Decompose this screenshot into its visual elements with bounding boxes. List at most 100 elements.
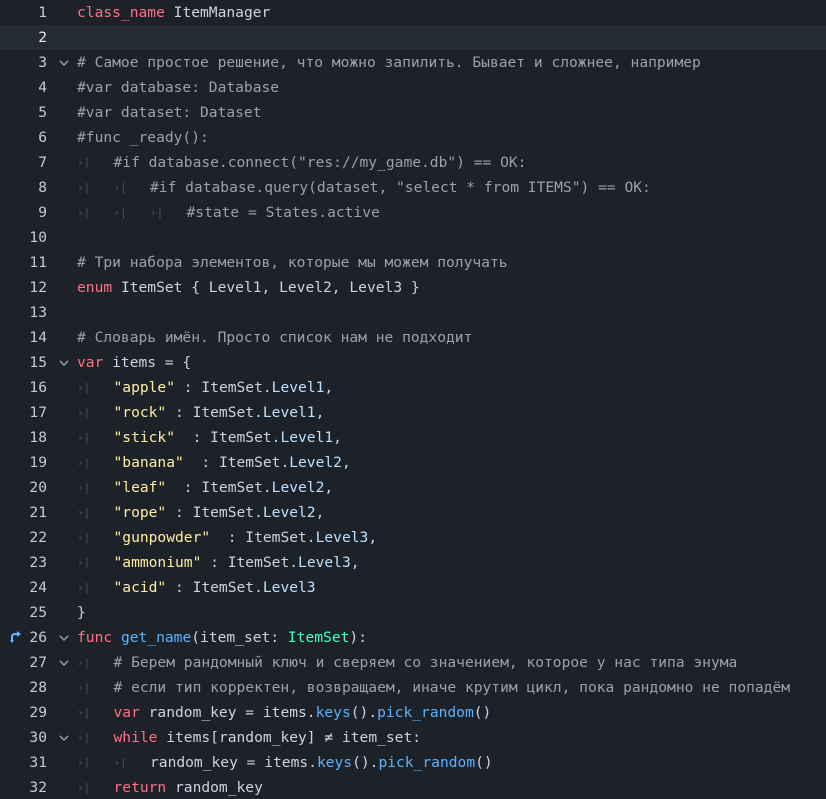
chevron-down-icon[interactable] (58, 658, 70, 668)
code-token: #var dataset: Dataset (77, 104, 262, 121)
code-line[interactable]: 15 var items = { (0, 350, 826, 375)
line-number: 8 (38, 179, 47, 196)
code-text: #func _ready(): (77, 125, 209, 150)
tab-indent-icon: ›| (77, 156, 91, 169)
code-line[interactable]: 27 ›| # Берем рандомный ключ и сверяем со … (0, 650, 826, 675)
code-line[interactable]: 5 #var dataset: Dataset (0, 100, 826, 125)
code-line[interactable]: 17 ›| "rock" : ItemSet.Level1, (0, 400, 826, 425)
tab-indent-icon: ›| (77, 181, 91, 194)
code-token: "acid" (113, 579, 167, 596)
code-token: #state = States.active (186, 204, 380, 221)
line-number: 24 (29, 579, 47, 596)
code-line[interactable]: 25} (0, 600, 826, 625)
tab-indent-icon: ›| (77, 456, 91, 469)
code-text: class_name ItemManager (77, 0, 270, 25)
code-token: : ItemSet. (183, 454, 290, 471)
line-number: 28 (29, 679, 47, 696)
code-token: random_key (166, 779, 263, 796)
code-line[interactable]: 10 (0, 225, 826, 250)
line-number: 19 (29, 454, 47, 471)
code-token: # если тип корректен, возвращаем, иначе … (113, 679, 791, 696)
code-token: class_name (77, 4, 165, 21)
code-text: } (77, 600, 86, 625)
tab-indent-icon: ›| (77, 781, 91, 794)
code-text: ›| while items[random_key] ≠ item_set: (77, 725, 421, 750)
code-line[interactable]: 19 ›| "banana" : ItemSet.Level2, (0, 450, 826, 475)
code-token: # Словарь имён. Просто список нам не под… (77, 329, 473, 346)
code-token: , (333, 429, 342, 446)
code-text: var items = { (77, 350, 191, 375)
line-number: 7 (38, 154, 47, 171)
code-token: #var database: Database (77, 79, 280, 96)
line-number: 25 (29, 604, 47, 621)
code-text: ›| "rock" : ItemSet.Level1, (77, 400, 324, 425)
chevron-down-icon[interactable] (58, 733, 70, 743)
code-line[interactable]: 8 ›| ›| #if database.query(dataset, "select… (0, 175, 826, 200)
tab-indent-icon: ›| (77, 406, 91, 419)
chevron-down-icon[interactable] (58, 358, 70, 368)
code-token: # Три набора элементов, которые мы можем… (77, 254, 508, 271)
code-token: , (324, 479, 334, 496)
code-token: "banana" (113, 454, 184, 471)
line-number: 6 (38, 129, 47, 146)
chevron-down-icon[interactable] (58, 633, 70, 643)
code-token: "stick" (113, 429, 176, 446)
code-token: "ammonium" (113, 554, 202, 571)
code-line[interactable]: 11 # Три набора элементов, которые мы мож… (0, 250, 826, 275)
code-line[interactable]: 2 (0, 25, 826, 50)
code-line[interactable]: 28 ›| # если тип корректен, возвращаем, ин… (0, 675, 826, 700)
line-number: 29 (29, 704, 47, 721)
code-text: ›| "stick" : ItemSet.Level1, (77, 425, 342, 450)
line-number: 31 (29, 754, 47, 771)
code-line[interactable]: 21 ›| "rope" : ItemSet.Level2, (0, 500, 826, 525)
code-text: ›| ›| ›| #state = States.active (77, 200, 380, 225)
code-line[interactable]: 23 ›| "ammonium" : ItemSet.Level3, (0, 550, 826, 575)
line-number: 2 (38, 29, 47, 46)
code-line[interactable]: 1 class_name ItemManager (0, 0, 826, 25)
code-line[interactable]: 6 #func _ready(): (0, 125, 826, 150)
line-number: 4 (38, 79, 47, 96)
tab-indent-icon: ›| (77, 381, 91, 394)
code-line[interactable]: 18 ›| "stick" : ItemSet.Level1, (0, 425, 826, 450)
code-line[interactable]: 13 (0, 300, 826, 325)
code-line[interactable]: 4 #var database: Database (0, 75, 826, 100)
code-line[interactable]: 30 ›| while items[random_key] ≠ item_set: (0, 725, 826, 750)
line-number: 9 (38, 204, 47, 221)
code-token: , (315, 404, 325, 421)
chevron-down-icon[interactable] (58, 58, 70, 68)
code-line[interactable]: 20 ›| "leaf" : ItemSet.Level2, (0, 475, 826, 500)
code-line[interactable]: 12 enum ItemSet { Level1, Level2, Level3 … (0, 275, 826, 300)
code-editor[interactable]: 1 class_name ItemManager 2 3 # Самое простое… (0, 0, 826, 799)
code-token: , (315, 504, 325, 521)
code-line[interactable]: 31 ›| ›| random_key = items.keys().pick_ran… (0, 750, 826, 775)
code-token: Level2 (289, 454, 342, 471)
code-line[interactable]: 22 ›| "gunpowder" : ItemSet.Level3, (0, 525, 826, 550)
code-text: ›| var random_key = items.keys().pick_ran… (77, 700, 491, 725)
code-token: #if database.query(dataset, "select * fr… (150, 179, 651, 196)
line-number: 18 (29, 429, 47, 446)
code-line[interactable]: 14 # Словарь имён. Просто список нам не п… (0, 325, 826, 350)
code-token: (). (350, 704, 378, 721)
code-line[interactable]: 32 ›| return random_key (0, 775, 826, 799)
code-token: Level3 (298, 554, 351, 571)
code-line[interactable]: 24 ›| "acid" : ItemSet.Level3 (0, 575, 826, 600)
code-token: # Берем рандомный ключ и сверяем со знач… (113, 654, 738, 671)
code-line[interactable]: 16 ›| "apple" : ItemSet.Level1, (0, 375, 826, 400)
tab-indent-icon: ›| (150, 206, 164, 219)
code-token: "gunpowder" (113, 529, 211, 546)
code-line[interactable]: 29 ›| var random_key = items.keys().pick_r… (0, 700, 826, 725)
code-text: ›| "leaf" : ItemSet.Level2, (77, 475, 333, 500)
code-line[interactable]: 26 func get_name(item_set: ItemSet): (0, 625, 826, 650)
tab-indent-icon: ›| (77, 581, 91, 594)
code-token: enum (77, 279, 113, 296)
code-token: , (341, 454, 351, 471)
code-text: ›| ›| #if database.query(dataset, "select … (77, 175, 651, 200)
code-token: items = { (103, 354, 192, 371)
code-token: random_key = items. (150, 754, 317, 771)
line-number: 26 (29, 629, 47, 646)
code-token: () (475, 754, 493, 771)
code-line[interactable]: 7 ›| #if database.connect("res://my_game.d… (0, 150, 826, 175)
code-line[interactable]: 3 # Самое простое решение, что можно запи… (0, 50, 826, 75)
code-line[interactable]: 9 ›| ›| ›| #state = States.active (0, 200, 826, 225)
